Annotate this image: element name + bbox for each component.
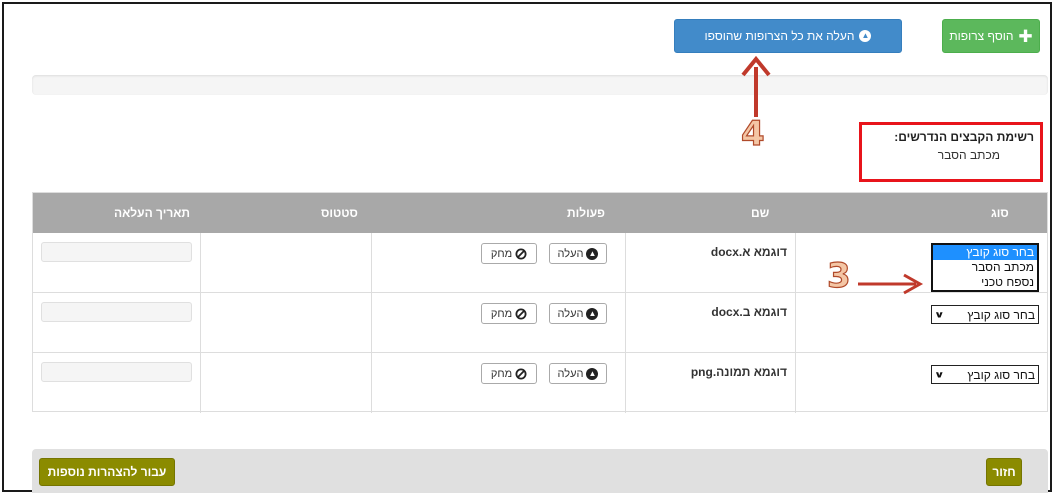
dropdown-option[interactable]: בחר סוג קובץ: [933, 245, 1037, 260]
delete-button[interactable]: מחק: [481, 303, 537, 324]
upload-all-label: העלה את כל הצרופות שהוספו: [704, 29, 855, 43]
page-frame: ✚ הוסף צרופות ▲ העלה את כל הצרופות שהוספ…: [2, 2, 1052, 493]
file-type-select[interactable]: בחר סוג קובץ ∨: [931, 365, 1039, 384]
delete-button[interactable]: מחק: [481, 243, 537, 264]
dropdown-option[interactable]: מכתב הסבר: [933, 260, 1037, 275]
add-attachments-button[interactable]: ✚ הוסף צרופות: [942, 19, 1040, 53]
upload-date-field: [41, 242, 192, 262]
upload-label: העלה: [557, 307, 584, 320]
upload-label: העלה: [557, 247, 584, 260]
column-header-actions: פעולות: [567, 206, 605, 220]
upload-date-field: [41, 302, 192, 322]
column-header-upload-date: תאריך העלאה: [114, 206, 191, 220]
upload-button[interactable]: ▲ העלה: [549, 243, 607, 264]
annotation-number-4: 4: [740, 114, 765, 154]
add-attachments-label: הוסף צרופות: [949, 29, 1014, 43]
required-file-item: מכתב הסבר: [937, 148, 1000, 162]
required-files-box: רשימת הקבצים הנדרשים: מכתב הסבר: [859, 122, 1043, 182]
upload-label: העלה: [557, 367, 584, 380]
file-name: דוגמא ב.docx: [711, 305, 787, 319]
file-name: דוגמא א.docx: [710, 245, 787, 259]
dropdown-option[interactable]: נספח טכני: [933, 275, 1037, 290]
upload-circle-icon: ▲: [586, 307, 599, 320]
upload-circle-icon: ▲: [859, 30, 872, 42]
file-type-selected-value: בחר סוג קובץ: [967, 367, 1035, 382]
upload-button[interactable]: ▲ העלה: [549, 303, 607, 324]
column-header-name: שם: [751, 206, 770, 220]
chevron-down-icon: ∨: [934, 369, 945, 380]
annotation-arrow-right-icon: [858, 273, 924, 295]
delete-label: מחק: [490, 307, 513, 320]
ban-icon: [515, 368, 527, 379]
delete-button[interactable]: מחק: [481, 363, 537, 384]
file-type-select[interactable]: בחר סוג קובץ ∨: [931, 305, 1039, 324]
attachments-table: סוג שם פעולות סטטוס תאריך העלאה מחק ▲ הע…: [32, 192, 1048, 413]
more-declarations-button[interactable]: עבור להצהרות נוספות: [39, 458, 175, 486]
required-files-title: רשימת הקבצים הנדרשים:: [894, 130, 1034, 144]
ban-icon: [515, 248, 527, 259]
annotation-number-3: 3: [826, 256, 851, 296]
back-button[interactable]: חזור: [986, 458, 1022, 486]
upload-progress-bar: [32, 75, 1048, 95]
column-header-status: סטטוס: [321, 206, 358, 220]
upload-button[interactable]: ▲ העלה: [549, 363, 607, 384]
delete-label: מחק: [490, 367, 513, 380]
plus-icon: ✚: [1018, 26, 1033, 46]
chevron-down-icon: ∨: [934, 309, 945, 320]
annotation-arrow-up-icon: [741, 55, 771, 117]
column-header-type: סוג: [991, 206, 1009, 220]
table-header: סוג שם פעולות סטטוס תאריך העלאה: [33, 193, 1047, 233]
ban-icon: [515, 308, 527, 319]
footer-bar: חזור עבור להצהרות נוספות: [32, 449, 1048, 493]
file-name: דוגמא תמונה.png: [690, 365, 787, 379]
upload-date-field: [41, 362, 192, 382]
table-row: מחק ▲ העלה דוגמא תמונה.png בחר סוג קובץ …: [33, 353, 1047, 413]
delete-label: מחק: [490, 247, 513, 260]
file-type-selected-value: בחר סוג קובץ: [967, 307, 1035, 322]
file-type-dropdown-open[interactable]: בחר סוג קובץ מכתב הסבר נספח טכני: [931, 243, 1039, 292]
upload-circle-icon: ▲: [586, 367, 599, 380]
upload-all-button[interactable]: ▲ העלה את כל הצרופות שהוספו: [674, 19, 902, 53]
upload-circle-icon: ▲: [586, 247, 599, 260]
table-row: מחק ▲ העלה דוגמא ב.docx בחר סוג קובץ ∨: [33, 293, 1047, 353]
